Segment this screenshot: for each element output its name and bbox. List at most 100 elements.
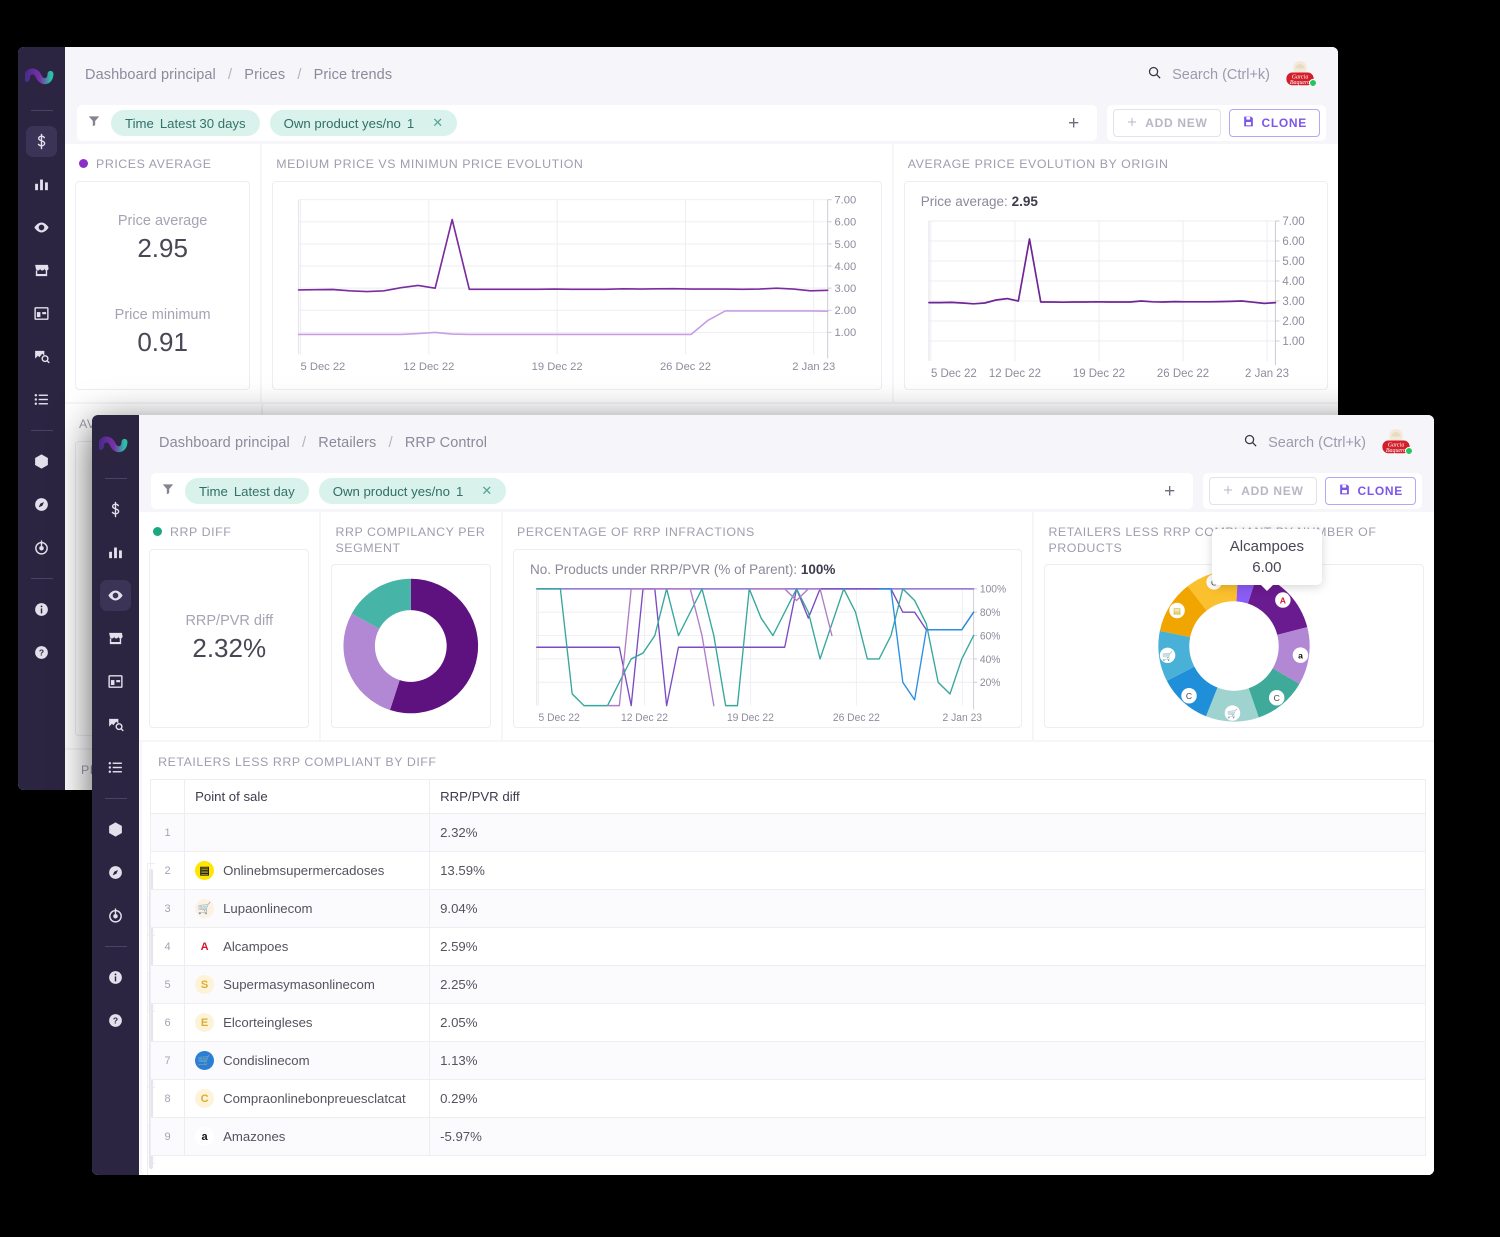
sidebar-item-eye[interactable] [26,212,57,243]
sidebar-item-help[interactable]: ? [26,637,57,668]
sidebar-item-store[interactable] [26,255,57,286]
panel-title-average-by-origin: AVERAGE PRICE EVOLUTION BY ORIGIN [894,144,1338,181]
sidebar-item-compass[interactable] [26,489,57,520]
rrp-control-window[interactable]: ? Dashboard principal / Retailers / RRP … [92,415,1434,1175]
add-new-button[interactable]: ADD NEW [1209,477,1316,505]
breadcrumb-item-0[interactable]: Dashboard principal [159,435,290,451]
table-row[interactable]: 8CCompraonlinebonpreuesclatcat0.29% [151,1080,1426,1118]
col-point-of-sale[interactable]: Point of sale [185,780,430,814]
svg-text:6.00: 6.00 [1282,235,1304,247]
filter-pill-time[interactable]: Time Latest day [185,478,309,504]
breadcrumb-back[interactable]: Dashboard principal / Prices / Price tre… [85,67,392,83]
col-rrp-pvr-diff[interactable]: RRP/PVR diff [430,780,1426,814]
kpi-value: 0.91 [88,327,237,358]
sidebar-item-list[interactable] [100,752,131,783]
svg-text:6.00: 6.00 [835,216,857,228]
row-index: 8 [151,1080,185,1118]
sidebar-back[interactable]: ? [18,47,65,790]
table-row[interactable]: 9aAmazones-5.97% [151,1118,1426,1156]
sidebar-item-eye[interactable] [100,580,131,611]
front-panels-row: RRP DIFF RRP/PVR diff 2.32% RRP COMPI [139,512,1434,740]
sidebar-item-list[interactable] [26,384,57,415]
table-row[interactable]: 7🛒Condislinecom1.13% [151,1042,1426,1080]
sidebar-item-bar-chart[interactable] [100,537,131,568]
chart-card-average-by-origin[interactable]: Price average: 2.95 1.002.003.004.005.00… [904,181,1328,391]
sidebar-item-help[interactable]: ? [100,1005,131,1036]
filter-icon[interactable] [87,114,101,133]
sidebar-item-dollar[interactable] [26,126,57,157]
filter-pill-time[interactable]: Time Latest 30 days [111,110,260,136]
sidebar-divider-3 [31,578,53,579]
svg-text:19 Dec 22: 19 Dec 22 [1073,367,1125,379]
sidebar-item-box[interactable] [26,446,57,477]
chart-card-infractions[interactable]: No. Products under RRP/PVR (% of Parent)… [513,549,1022,729]
add-new-button[interactable]: ADD NEW [1113,109,1220,137]
chart-card-medium-vs-minimum[interactable]: 1.002.003.004.005.006.007.005 Dec 2212 D… [272,181,882,391]
breadcrumb-item-2[interactable]: RRP Control [405,435,487,451]
svg-text:12 Dec 22: 12 Dec 22 [404,360,455,372]
table-scroll-right[interactable]: Point of sale RRP/PVR diff 12.32%2▤Onlin… [142,779,1434,1175]
clone-button[interactable]: CLONE [1229,109,1321,137]
filter-pill-value: 1 [456,484,463,499]
panel-title-prices-average: PRICES AVERAGE [65,144,260,181]
sidebar-item-box[interactable] [100,814,131,845]
close-icon[interactable]: ✕ [481,483,492,499]
front-filter-pills[interactable]: Time Latest day Own product yes/no 1 ✕ + [151,473,1193,509]
panel-title-text: PRICES AVERAGE [96,157,212,173]
search-back[interactable]: Search (Ctrl+k) [1147,65,1270,84]
search-front[interactable]: Search (Ctrl+k) [1243,433,1366,452]
sidebar-item-bar-chart[interactable] [26,169,57,200]
cell-rrp-pvr-diff: 2.59% [430,928,1426,966]
sidebar-item-layout[interactable] [26,298,57,329]
filter-pill-value: Latest 30 days [160,116,246,131]
sidebar-item-image-search[interactable] [26,341,57,372]
close-icon[interactable]: ✕ [432,115,443,131]
breadcrumb-item-2[interactable]: Price trends [314,67,393,83]
plus-icon [1222,484,1234,499]
table-row[interactable]: 3🛒Lupaonlinecom9.04% [151,890,1426,928]
breadcrumb-front[interactable]: Dashboard principal / Retailers / RRP Co… [159,435,487,451]
sidebar-item-layout[interactable] [100,666,131,697]
retailer-logo-icon: ▤ [195,861,214,880]
table-row[interactable]: 6EElcorteingleses2.05% [151,1004,1426,1042]
donut-card-segment[interactable] [331,564,491,728]
sidebar-item-store[interactable] [100,623,131,654]
filter-icon[interactable] [161,482,175,501]
sidebar-item-power[interactable] [26,532,57,563]
table-row[interactable]: 4AAlcampoes2.59% [151,928,1426,966]
retailer-logo-icon: a [195,1127,214,1146]
cell-rrp-pvr-diff: 0.29% [430,1080,1426,1118]
sidebar-item-dollar[interactable] [100,494,131,525]
sidebar-item-info[interactable] [26,594,57,625]
svg-text:1.00: 1.00 [835,327,857,339]
cell-rrp-pvr-diff: -5.97% [430,1118,1426,1156]
add-filter-button[interactable]: + [1060,114,1087,133]
clone-button[interactable]: CLONE [1325,477,1417,505]
svg-text:C: C [1186,691,1192,701]
sidebar-front[interactable]: ? [92,415,139,1175]
filter-pill-own-product[interactable]: Own product yes/no 1 ✕ [270,110,458,136]
sidebar-divider-2 [105,798,127,799]
cell-rrp-pvr-diff: 13.59% [430,852,1426,890]
table-row[interactable]: 5SSupermasymasonlinecom2.25% [151,966,1426,1004]
retailer-logo-icon: 🛒 [195,899,214,918]
back-filter-pills[interactable]: Time Latest 30 days Own product yes/no 1… [77,105,1097,141]
svg-text:▤: ▤ [1173,606,1181,616]
breadcrumb-item-0[interactable]: Dashboard principal [85,67,216,83]
filter-pill-own-product[interactable]: Own product yes/no 1 ✕ [319,478,507,504]
table-row[interactable]: 2▤Onlinebmsupermercadoses13.59% [151,852,1426,890]
sidebar-item-image-search[interactable] [100,709,131,740]
sidebar-item-compass[interactable] [100,857,131,888]
add-filter-button[interactable]: + [1156,482,1183,501]
table-row[interactable]: 12.32% [151,814,1426,852]
donut-card-retailers[interactable]: AaC🛒C🛒▤C [1044,564,1424,728]
breadcrumb-item-1[interactable]: Retailers [318,435,376,451]
sidebar-item-power[interactable] [100,900,131,931]
chart-caption-value: 2.95 [1012,194,1038,209]
panel-body-rrp-diff: RRP/PVR diff 2.32% [139,549,319,741]
sidebar-item-info[interactable] [100,962,131,993]
breadcrumb-sep: / [389,435,393,451]
line-chart-medium-vs-minimum: 1.002.003.004.005.006.007.005 Dec 2212 D… [285,192,869,380]
kpi-card-rrp-diff: RRP/PVR diff 2.32% [149,549,309,729]
breadcrumb-item-1[interactable]: Prices [244,67,285,83]
